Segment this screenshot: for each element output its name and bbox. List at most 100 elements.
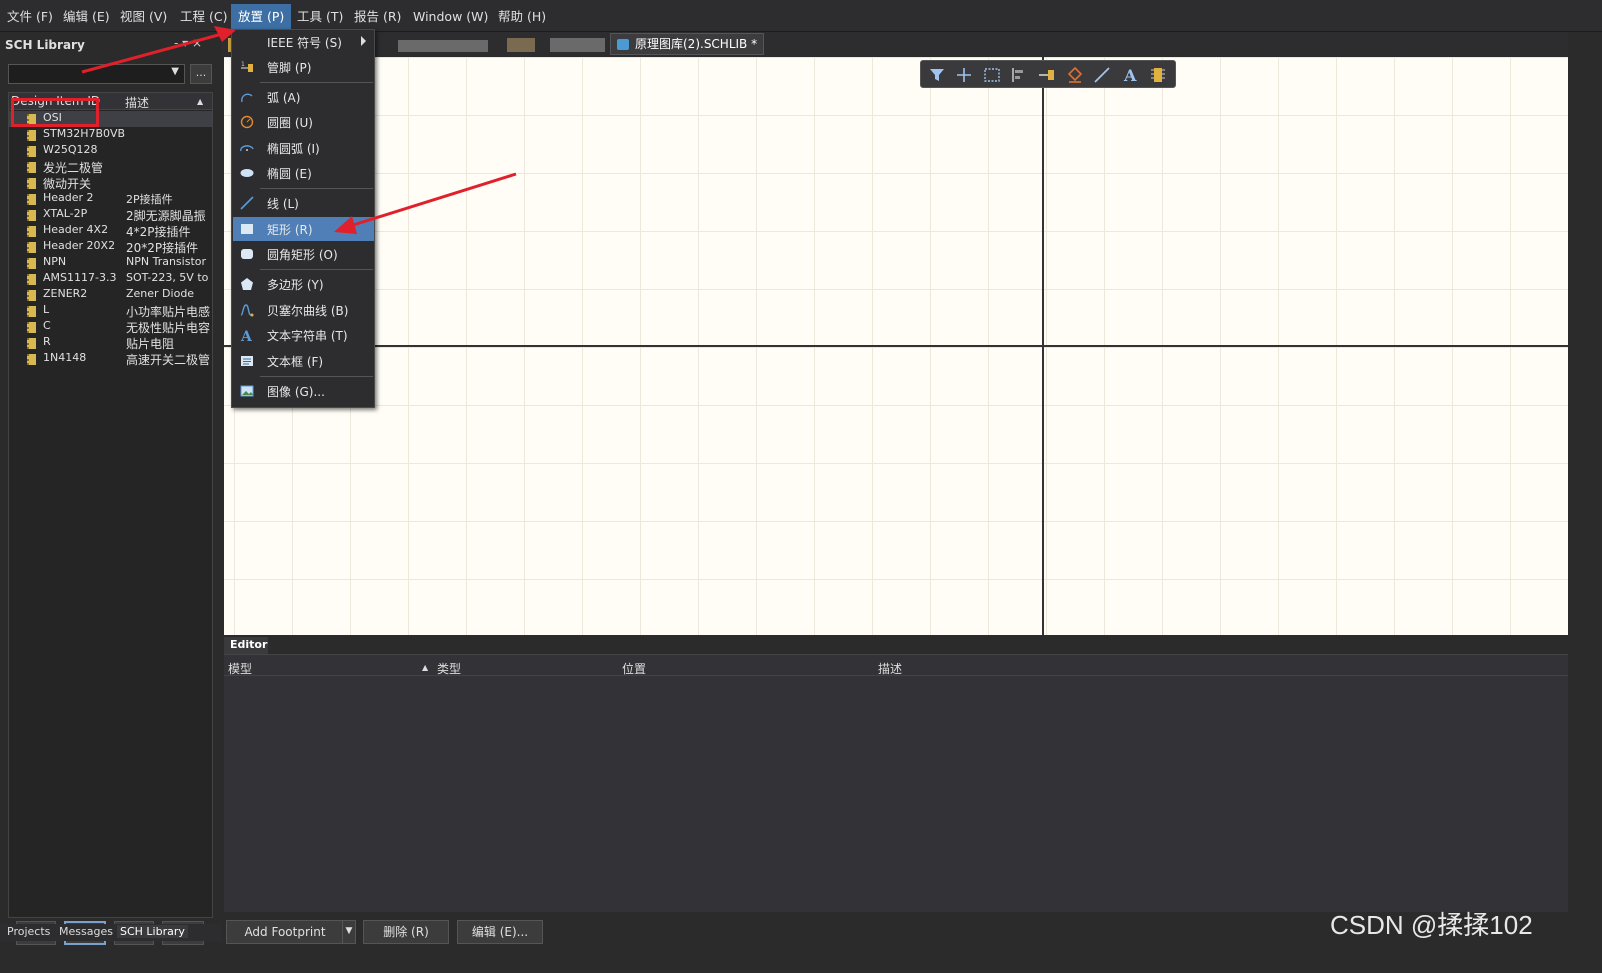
arc-icon xyxy=(241,93,253,103)
column-description[interactable]: 描述 xyxy=(125,94,149,111)
tab-schlib-document[interactable]: 原理图库(2).SCHLIB * xyxy=(610,33,765,55)
list-item[interactable]: W25Q128 xyxy=(9,143,212,159)
item-desc: 20*2P接插件 xyxy=(126,241,199,255)
menu-item-line[interactable]: 线 (L) xyxy=(233,191,374,215)
tab-messages[interactable]: Messages xyxy=(56,925,116,938)
schlib-file-icon xyxy=(617,39,629,50)
menu-item-ieee-symbols[interactable]: IEEE 符号 (S) xyxy=(233,30,374,54)
menu-item-round-rectangle[interactable]: 圆角矩形 (O) xyxy=(233,242,374,266)
menu-item-ellipse[interactable]: 椭圆 (E) xyxy=(233,161,374,185)
chevron-down-icon: ▼ xyxy=(171,66,179,77)
column-location[interactable]: 位置 xyxy=(622,660,646,677)
panel-controls[interactable]: - ▾ × xyxy=(174,36,202,50)
component-icon xyxy=(27,290,36,301)
library-filter-combo[interactable]: ▼ xyxy=(8,64,185,84)
menu-item-image[interactable]: 图像 (G)... xyxy=(233,379,374,403)
elliptical-arc-icon xyxy=(240,145,254,152)
item-id: STM32H7B0VBT6 xyxy=(43,127,125,140)
line-icon xyxy=(240,196,254,210)
graphic-fill-icon[interactable] xyxy=(1065,65,1085,85)
editor-tab[interactable]: Editor xyxy=(224,637,268,654)
menu-item-bezier[interactable]: 贝塞尔曲线 (B) xyxy=(233,298,374,322)
pin-icon[interactable] xyxy=(1037,65,1057,85)
list-item[interactable]: 1N4148 高速开关二极管 xyxy=(9,351,212,367)
list-item[interactable]: C 无极性贴片电容 xyxy=(9,319,212,335)
column-model[interactable]: 模型 xyxy=(228,660,252,677)
menu-tools[interactable]: 工具 (T) xyxy=(290,6,350,28)
item-desc: Zener Diode xyxy=(126,287,195,300)
component-icon xyxy=(27,226,36,237)
menu-item-label: 文本框 (F) xyxy=(267,355,324,369)
menu-edit[interactable]: 编辑 (E) xyxy=(56,6,117,28)
menu-item-elliptical-arc[interactable]: 椭圆弧 (I) xyxy=(233,136,374,160)
menu-project[interactable]: 工程 (C) xyxy=(173,6,234,28)
menu-item-label: 椭圆弧 (I) xyxy=(267,142,320,156)
menu-item-circle[interactable]: 圆圈 (U) xyxy=(233,110,374,134)
svg-text:A: A xyxy=(1123,66,1137,85)
tab-projects[interactable]: Projects xyxy=(4,925,53,938)
schematic-canvas[interactable]: A xyxy=(224,57,1568,635)
item-id: Header 4X2 xyxy=(43,223,109,236)
component-icon xyxy=(27,322,36,333)
menu-help[interactable]: 帮助 (H) xyxy=(491,6,553,28)
menu-item-pin[interactable]: 1 管脚 (P) xyxy=(233,55,374,79)
blurred-tab[interactable] xyxy=(398,40,488,52)
menu-item-text-frame[interactable]: 文本框 (F) xyxy=(233,349,374,373)
list-item[interactable]: STM32H7B0VBT6 xyxy=(9,127,212,143)
filter-icon[interactable] xyxy=(927,65,947,85)
text-frame-icon xyxy=(241,356,253,366)
list-item[interactable]: Header 2 2P接插件 xyxy=(9,191,212,207)
item-id: NPN xyxy=(43,255,67,268)
list-item[interactable]: XTAL-2P 2脚无源脚晶振 xyxy=(9,207,212,223)
menu-item-label: 贝塞尔曲线 (B) xyxy=(267,304,349,318)
column-description[interactable]: 描述 xyxy=(878,660,902,677)
item-id: XTAL-2P xyxy=(43,207,88,220)
chevron-down-icon[interactable]: ▼ xyxy=(342,920,356,944)
menu-separator xyxy=(260,188,373,189)
document-tab-label: 原理图库(2).SCHLIB * xyxy=(635,37,758,51)
list-item[interactable]: NPN NPN Transistor xyxy=(9,255,212,271)
blurred-tab[interactable] xyxy=(507,38,535,52)
list-item[interactable]: L 小功率贴片电感 xyxy=(9,303,212,319)
component-icon xyxy=(27,338,36,349)
menu-item-text-string[interactable]: A 文本字符串 (T) xyxy=(233,323,374,347)
menu-item-arc[interactable]: 弧 (A) xyxy=(233,85,374,109)
blurred-tab[interactable] xyxy=(550,38,605,52)
component-icon[interactable] xyxy=(1148,65,1168,85)
menu-place[interactable]: 放置 (P) xyxy=(231,4,292,30)
align-icon[interactable] xyxy=(1009,65,1029,85)
add-footprint-button[interactable]: Add Footprint xyxy=(226,920,344,944)
menu-item-label: 弧 (A) xyxy=(267,91,301,105)
item-id: ZENER2 xyxy=(43,287,88,300)
remove-model-button[interactable]: 删除 (R) xyxy=(363,920,449,944)
item-id: L xyxy=(43,303,50,316)
list-item[interactable]: AMS1117-3.3 SOT-223, 5V to 3. xyxy=(9,271,212,287)
model-editor-panel: 模型 ▲ 类型 位置 描述 xyxy=(224,654,1568,912)
list-item[interactable]: ZENER2 Zener Diode xyxy=(9,287,212,303)
floating-toolbar: A xyxy=(920,60,1176,88)
edit-model-button[interactable]: 编辑 (E)... xyxy=(457,920,543,944)
select-area-icon[interactable] xyxy=(982,65,1002,85)
svg-text:A: A xyxy=(240,329,253,342)
menu-window[interactable]: Window (W) xyxy=(406,6,495,28)
menu-item-label: 文本字符串 (T) xyxy=(267,329,348,343)
list-item[interactable]: 微动开关 xyxy=(9,175,212,191)
move-cross-icon[interactable] xyxy=(954,65,974,85)
text-string-icon: A xyxy=(240,329,253,342)
list-item[interactable]: R 贴片电阻 xyxy=(9,335,212,351)
menu-file[interactable]: 文件 (F) xyxy=(0,6,60,28)
text-icon[interactable]: A xyxy=(1120,65,1140,85)
list-item[interactable]: 发光二极管 xyxy=(9,159,212,175)
item-id: 1N4148 xyxy=(43,351,87,364)
menu-item-rectangle[interactable]: 矩形 (R) xyxy=(233,217,374,241)
line-icon[interactable] xyxy=(1092,65,1112,85)
menu-item-label: 图像 (G)... xyxy=(267,385,325,399)
column-type[interactable]: 类型 xyxy=(437,660,461,677)
tab-sch-library[interactable]: SCH Library xyxy=(117,925,188,938)
menu-item-polygon[interactable]: 多边形 (Y) xyxy=(233,272,374,296)
menu-view[interactable]: 视图 (V) xyxy=(113,6,174,28)
menu-reports[interactable]: 报告 (R) xyxy=(347,6,408,28)
list-item[interactable]: Header 4X2 4*2P接插件 xyxy=(9,223,212,239)
list-item[interactable]: Header 20X2 20*2P接插件 xyxy=(9,239,212,255)
browse-button[interactable]: ... xyxy=(190,64,212,84)
